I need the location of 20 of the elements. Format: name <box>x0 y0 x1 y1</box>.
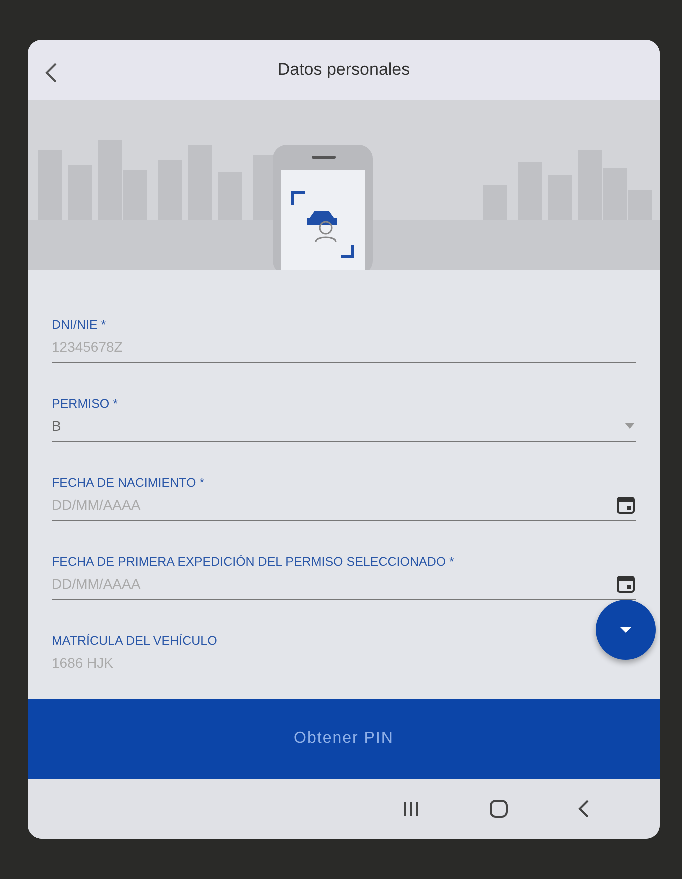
select-field[interactable]: B <box>52 418 352 434</box>
back-icon[interactable] <box>44 62 58 84</box>
field-label: MATRÍCULA DEL VEHÍCULO <box>52 634 218 648</box>
input-field[interactable]: 12345678Z <box>52 339 352 355</box>
calendar-icon[interactable] <box>616 495 636 515</box>
field-label: PERMISO * <box>52 397 118 411</box>
date-field[interactable]: DD/MM/AAAA <box>52 497 352 513</box>
scroll-down-button[interactable] <box>596 600 656 660</box>
field-label: DNI/NIE * <box>52 318 106 332</box>
calendar-icon[interactable] <box>616 574 636 594</box>
field-label: FECHA DE NACIMIENTO * <box>52 476 205 490</box>
caret-icon <box>619 626 633 634</box>
back-icon[interactable] <box>578 800 590 818</box>
screen-title: Datos personales <box>278 60 410 80</box>
input-field[interactable]: 1686 HJK <box>52 655 352 671</box>
date-field[interactable]: DD/MM/AAAA <box>52 576 352 592</box>
recent-apps-icon[interactable] <box>402 800 420 818</box>
field-label: FECHA DE PRIMERA EXPEDICIÓN DEL PERMISO SELECCIONADO * <box>52 555 454 569</box>
submit-button[interactable]: Obtener PIN <box>28 699 660 779</box>
home-icon[interactable] <box>490 800 508 818</box>
